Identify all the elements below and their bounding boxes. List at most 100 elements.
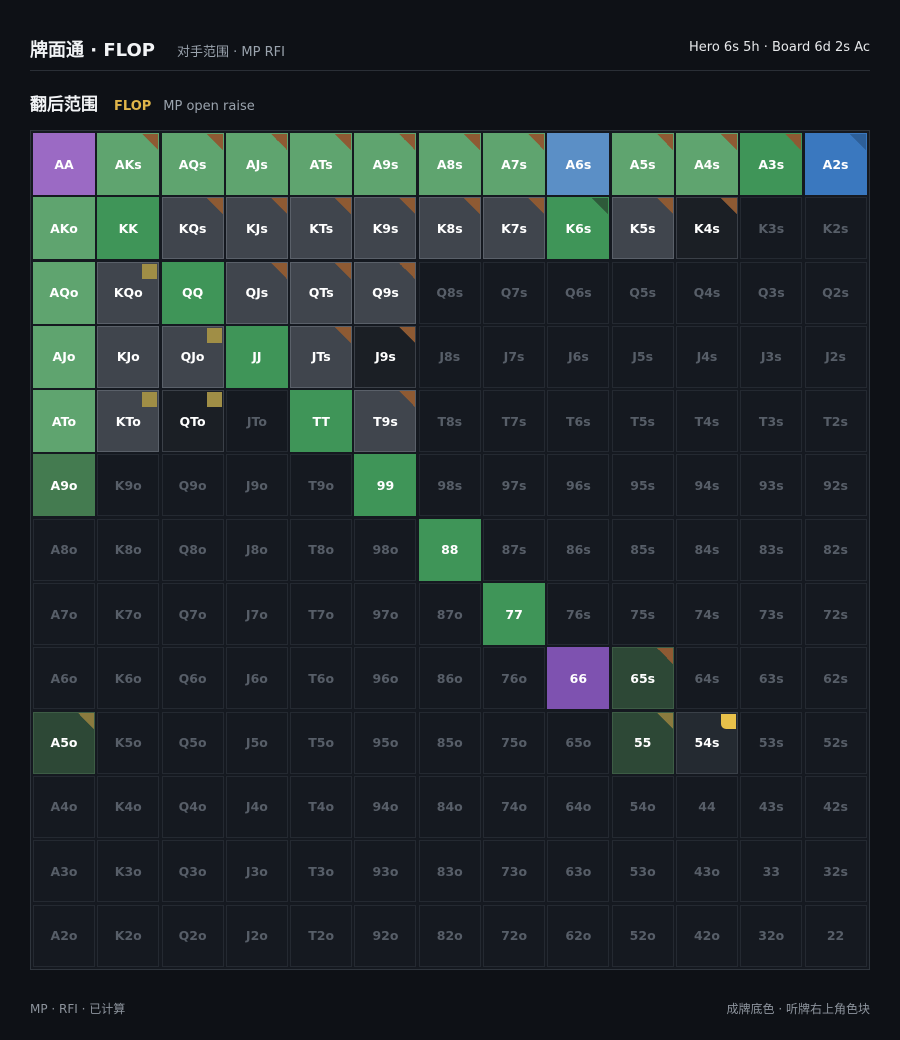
hand-cell-J4s[interactable]: J4s: [675, 325, 738, 388]
hand-cell-55[interactable]: 55: [611, 711, 674, 774]
hand-cell-A5o[interactable]: A5o: [33, 711, 95, 774]
hand-cell-52o[interactable]: 52o: [611, 904, 674, 967]
hand-cell-65o[interactable]: 65o: [547, 711, 610, 774]
hand-cell-52s[interactable]: 52s: [804, 711, 867, 774]
hand-cell-AQo[interactable]: AQo: [33, 261, 95, 324]
hand-cell-94o[interactable]: 94o: [354, 775, 417, 838]
hand-cell-K5s[interactable]: K5s: [611, 197, 674, 260]
hand-cell-84o[interactable]: 84o: [418, 775, 481, 838]
hand-cell-98s[interactable]: 98s: [418, 454, 481, 517]
hand-cell-A3o[interactable]: A3o: [33, 840, 95, 903]
hand-cell-K7o[interactable]: K7o: [97, 583, 160, 646]
hand-cell-Q6s[interactable]: Q6s: [547, 261, 610, 324]
hand-cell-Q6o[interactable]: Q6o: [161, 647, 224, 710]
hand-cell-K2s[interactable]: K2s: [804, 197, 867, 260]
hand-cell-K8s[interactable]: K8s: [418, 197, 481, 260]
hand-cell-63s[interactable]: 63s: [740, 647, 803, 710]
hand-cell-ATs[interactable]: ATs: [290, 133, 353, 195]
hand-cell-K4s[interactable]: K4s: [675, 197, 738, 260]
hand-cell-64s[interactable]: 64s: [675, 647, 738, 710]
hand-cell-64o[interactable]: 64o: [547, 775, 610, 838]
hand-cell-QJs[interactable]: QJs: [225, 261, 288, 324]
hand-cell-T2o[interactable]: T2o: [290, 904, 353, 967]
hand-cell-97s[interactable]: 97s: [483, 454, 546, 517]
hand-cell-T4o[interactable]: T4o: [290, 775, 353, 838]
hand-cell-T4s[interactable]: T4s: [675, 390, 738, 453]
hand-cell-K9s[interactable]: K9s: [354, 197, 417, 260]
hand-cell-T6s[interactable]: T6s: [547, 390, 610, 453]
hand-cell-43s[interactable]: 43s: [740, 775, 803, 838]
hand-cell-T8s[interactable]: T8s: [418, 390, 481, 453]
hand-cell-72s[interactable]: 72s: [804, 583, 867, 646]
hand-cell-88[interactable]: 88: [418, 518, 481, 581]
hand-cell-Q5o[interactable]: Q5o: [161, 711, 224, 774]
hand-cell-32o[interactable]: 32o: [740, 904, 803, 967]
hand-cell-KTo[interactable]: KTo: [97, 390, 160, 453]
hand-cell-74s[interactable]: 74s: [675, 583, 738, 646]
hand-cell-AQs[interactable]: AQs: [161, 133, 224, 195]
hand-cell-KQs[interactable]: KQs: [161, 197, 224, 260]
hand-cell-74o[interactable]: 74o: [483, 775, 546, 838]
hand-cell-A8o[interactable]: A8o: [33, 518, 95, 581]
hand-cell-82o[interactable]: 82o: [418, 904, 481, 967]
hand-cell-62s[interactable]: 62s: [804, 647, 867, 710]
hand-cell-A9s[interactable]: A9s: [354, 133, 417, 195]
hand-cell-KK[interactable]: KK: [97, 197, 160, 260]
hand-cell-96o[interactable]: 96o: [354, 647, 417, 710]
hand-cell-Q3s[interactable]: Q3s: [740, 261, 803, 324]
hand-cell-A4o[interactable]: A4o: [33, 775, 95, 838]
hand-cell-QTo[interactable]: QTo: [161, 390, 224, 453]
hand-cell-QQ[interactable]: QQ: [161, 261, 224, 324]
hand-cell-Q2s[interactable]: Q2s: [804, 261, 867, 324]
hand-cell-95s[interactable]: 95s: [611, 454, 674, 517]
hand-cell-53s[interactable]: 53s: [740, 711, 803, 774]
hand-cell-42o[interactable]: 42o: [675, 904, 738, 967]
hand-cell-Q8s[interactable]: Q8s: [418, 261, 481, 324]
hand-cell-J2o[interactable]: J2o: [225, 904, 288, 967]
hand-cell-QJo[interactable]: QJo: [161, 325, 224, 388]
hand-cell-J5o[interactable]: J5o: [225, 711, 288, 774]
hand-cell-T3o[interactable]: T3o: [290, 840, 353, 903]
hand-cell-T2s[interactable]: T2s: [804, 390, 867, 453]
hand-cell-44[interactable]: 44: [675, 775, 738, 838]
hand-cell-K8o[interactable]: K8o: [97, 518, 160, 581]
hand-cell-22[interactable]: 22: [804, 904, 867, 967]
hand-cell-AJs[interactable]: AJs: [225, 133, 288, 195]
hand-cell-72o[interactable]: 72o: [483, 904, 546, 967]
hand-cell-K4o[interactable]: K4o: [97, 775, 160, 838]
hand-cell-A6s[interactable]: A6s: [547, 133, 610, 195]
hand-cell-T6o[interactable]: T6o: [290, 647, 353, 710]
hand-cell-KJs[interactable]: KJs: [225, 197, 288, 260]
hand-cell-T9s[interactable]: T9s: [354, 390, 417, 453]
hand-cell-92o[interactable]: 92o: [354, 904, 417, 967]
hand-cell-J9o[interactable]: J9o: [225, 454, 288, 517]
hand-cell-Q8o[interactable]: Q8o: [161, 518, 224, 581]
hand-cell-T8o[interactable]: T8o: [290, 518, 353, 581]
hand-cell-85s[interactable]: 85s: [611, 518, 674, 581]
hand-cell-53o[interactable]: 53o: [611, 840, 674, 903]
hand-cell-J7o[interactable]: J7o: [225, 583, 288, 646]
hand-cell-A8s[interactable]: A8s: [418, 133, 481, 195]
hand-cell-33[interactable]: 33: [740, 840, 803, 903]
hand-cell-42s[interactable]: 42s: [804, 775, 867, 838]
hand-cell-87o[interactable]: 87o: [418, 583, 481, 646]
hand-cell-83o[interactable]: 83o: [418, 840, 481, 903]
hand-cell-J5s[interactable]: J5s: [611, 325, 674, 388]
hand-cell-T7o[interactable]: T7o: [290, 583, 353, 646]
hand-cell-93s[interactable]: 93s: [740, 454, 803, 517]
hand-cell-J6s[interactable]: J6s: [547, 325, 610, 388]
hand-cell-J3s[interactable]: J3s: [740, 325, 803, 388]
hand-cell-T7s[interactable]: T7s: [483, 390, 546, 453]
hand-cell-A9o[interactable]: A9o: [33, 454, 95, 517]
hand-cell-J3o[interactable]: J3o: [225, 840, 288, 903]
hand-cell-Q5s[interactable]: Q5s: [611, 261, 674, 324]
hand-cell-Q4s[interactable]: Q4s: [675, 261, 738, 324]
hand-cell-T5o[interactable]: T5o: [290, 711, 353, 774]
hand-cell-A3s[interactable]: A3s: [740, 133, 803, 195]
hand-cell-54s[interactable]: 54s: [675, 711, 738, 774]
hand-cell-A5s[interactable]: A5s: [611, 133, 674, 195]
hand-cell-A2o[interactable]: A2o: [33, 904, 95, 967]
hand-cell-J2s[interactable]: J2s: [804, 325, 867, 388]
hand-cell-T3s[interactable]: T3s: [740, 390, 803, 453]
hand-cell-54o[interactable]: 54o: [611, 775, 674, 838]
